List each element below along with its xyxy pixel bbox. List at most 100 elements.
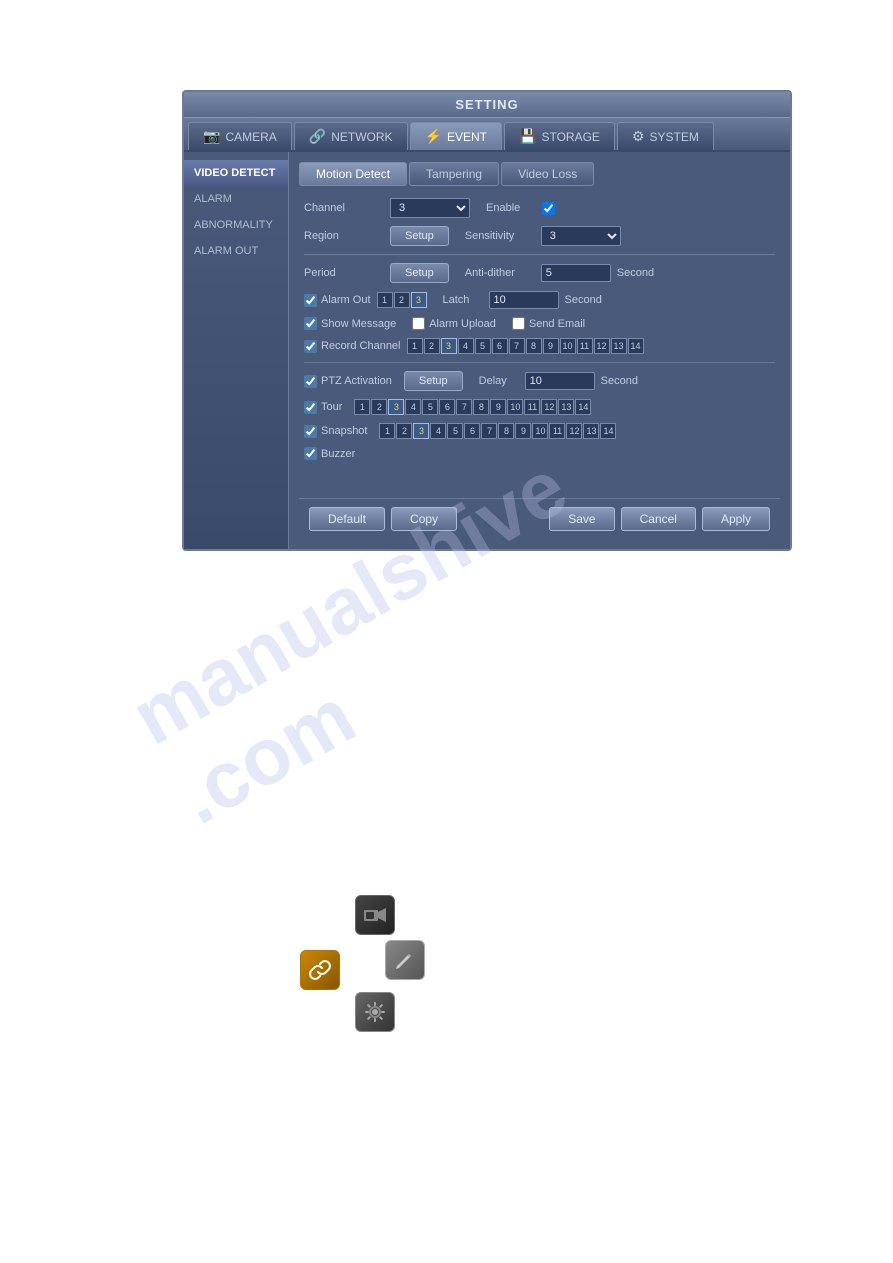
rc-ch-11[interactable]: 11 (577, 338, 593, 354)
ptz-activation-label[interactable]: PTZ Activation (304, 375, 392, 388)
rc-ch-14[interactable]: 14 (628, 338, 644, 354)
rc-ch-2[interactable]: 2 (424, 338, 440, 354)
delay-input[interactable] (525, 372, 595, 390)
region-setup-button[interactable]: Setup (390, 226, 449, 246)
tour-ch-3[interactable]: 3 (388, 399, 404, 415)
channel-select[interactable]: 3 (390, 198, 470, 218)
link-icon (300, 950, 340, 990)
buzzer-label[interactable]: Buzzer (304, 447, 355, 460)
snap-ch-8[interactable]: 8 (498, 423, 514, 439)
system-tab-label: SYSTEM (649, 130, 698, 144)
snap-ch-14[interactable]: 14 (600, 423, 616, 439)
default-button[interactable]: Default (309, 507, 385, 531)
sidebar-item-alarm[interactable]: ALARM (184, 186, 288, 212)
sidebar-item-abnormality[interactable]: ABNORMALITY (184, 212, 288, 238)
alarm-out-channels: 1 2 3 (377, 292, 427, 308)
tour-ch-9[interactable]: 9 (490, 399, 506, 415)
rc-ch-3[interactable]: 3 (441, 338, 457, 354)
tour-ch-10[interactable]: 10 (507, 399, 523, 415)
sidebar-item-alarm-out[interactable]: ALARM OUT (184, 238, 288, 264)
show-message-checkbox[interactable] (304, 317, 317, 330)
sensitivity-select[interactable]: 3 (541, 226, 621, 246)
rc-ch-7[interactable]: 7 (509, 338, 525, 354)
snapshot-checkbox[interactable] (304, 425, 317, 438)
sub-tab-motion-detect[interactable]: Motion Detect (299, 162, 407, 186)
anti-dither-input[interactable] (541, 264, 611, 282)
sub-tabs: Motion Detect Tampering Video Loss (299, 162, 780, 186)
rc-ch-8[interactable]: 8 (526, 338, 542, 354)
ptz-activation-checkbox[interactable] (304, 375, 317, 388)
sidebar-item-video-detect[interactable]: VIDEO DETECT (184, 160, 288, 186)
alarm-ch-1[interactable]: 1 (377, 292, 393, 308)
alarm-upload-checkbox[interactable] (412, 317, 425, 330)
tour-label[interactable]: Tour (304, 401, 342, 414)
tour-ch-5[interactable]: 5 (422, 399, 438, 415)
tour-ch-13[interactable]: 13 (558, 399, 574, 415)
snap-ch-12[interactable]: 12 (566, 423, 582, 439)
buzzer-checkbox[interactable] (304, 447, 317, 460)
snap-ch-13[interactable]: 13 (583, 423, 599, 439)
record-channel-row: Record Channel 1 2 3 4 5 6 7 8 9 1 (304, 338, 775, 354)
alarm-out-label[interactable]: Alarm Out (304, 294, 371, 307)
rc-ch-6[interactable]: 6 (492, 338, 508, 354)
tour-ch-6[interactable]: 6 (439, 399, 455, 415)
snap-ch-3[interactable]: 3 (413, 423, 429, 439)
ptz-setup-button[interactable]: Setup (404, 371, 463, 391)
tab-event[interactable]: ⚡ EVENT (410, 122, 502, 150)
record-channel-label[interactable]: Record Channel (304, 340, 401, 353)
record-channel-checkbox[interactable] (304, 340, 317, 353)
alarm-upload-label[interactable]: Alarm Upload (412, 317, 496, 330)
alarm-out-checkbox[interactable] (304, 294, 317, 307)
snap-ch-9[interactable]: 9 (515, 423, 531, 439)
tour-ch-8[interactable]: 8 (473, 399, 489, 415)
rc-ch-13[interactable]: 13 (611, 338, 627, 354)
snap-ch-7[interactable]: 7 (481, 423, 497, 439)
alarm-ch-3[interactable]: 3 (411, 292, 427, 308)
rc-ch-9[interactable]: 9 (543, 338, 559, 354)
apply-button[interactable]: Apply (702, 507, 770, 531)
tour-ch-12[interactable]: 12 (541, 399, 557, 415)
snap-ch-4[interactable]: 4 (430, 423, 446, 439)
rc-ch-12[interactable]: 12 (594, 338, 610, 354)
send-email-label[interactable]: Send Email (512, 317, 585, 330)
tab-camera[interactable]: 📷 CAMERA (188, 122, 292, 150)
rc-ch-5[interactable]: 5 (475, 338, 491, 354)
sub-tab-tampering[interactable]: Tampering (409, 162, 499, 186)
snapshot-label[interactable]: Snapshot (304, 425, 367, 438)
copy-button[interactable]: Copy (391, 507, 457, 531)
show-message-label[interactable]: Show Message (304, 317, 396, 330)
tour-ch-1[interactable]: 1 (354, 399, 370, 415)
channel-row: Channel 3 Enable (304, 198, 775, 218)
delay-label: Delay (479, 375, 519, 387)
snap-ch-2[interactable]: 2 (396, 423, 412, 439)
tab-storage[interactable]: 💾 STORAGE (504, 122, 615, 150)
cancel-button[interactable]: Cancel (621, 507, 696, 531)
snap-ch-10[interactable]: 10 (532, 423, 548, 439)
rc-ch-10[interactable]: 10 (560, 338, 576, 354)
rc-ch-1[interactable]: 1 (407, 338, 423, 354)
tour-ch-14[interactable]: 14 (575, 399, 591, 415)
tab-system[interactable]: ⚙ SYSTEM (617, 122, 714, 150)
tour-checkbox[interactable] (304, 401, 317, 414)
tour-ch-2[interactable]: 2 (371, 399, 387, 415)
tour-ch-7[interactable]: 7 (456, 399, 472, 415)
latch-input[interactable] (489, 291, 559, 309)
rc-ch-4[interactable]: 4 (458, 338, 474, 354)
send-email-checkbox[interactable] (512, 317, 525, 330)
snap-ch-11[interactable]: 11 (549, 423, 565, 439)
latch-second: Second (565, 294, 602, 306)
snap-ch-1[interactable]: 1 (379, 423, 395, 439)
sub-tab-video-loss[interactable]: Video Loss (501, 162, 594, 186)
pencil-icon-item (385, 940, 425, 980)
network-tab-label: NETWORK (331, 130, 392, 144)
tour-ch-11[interactable]: 11 (524, 399, 540, 415)
alarm-ch-2[interactable]: 2 (394, 292, 410, 308)
content-area: VIDEO DETECT ALARM ABNORMALITY ALARM OUT… (184, 152, 790, 549)
save-button[interactable]: Save (549, 507, 614, 531)
enable-checkbox[interactable] (542, 202, 555, 215)
snap-ch-6[interactable]: 6 (464, 423, 480, 439)
tab-network[interactable]: 🔗 NETWORK (294, 122, 408, 150)
snap-ch-5[interactable]: 5 (447, 423, 463, 439)
period-setup-button[interactable]: Setup (390, 263, 449, 283)
tour-ch-4[interactable]: 4 (405, 399, 421, 415)
